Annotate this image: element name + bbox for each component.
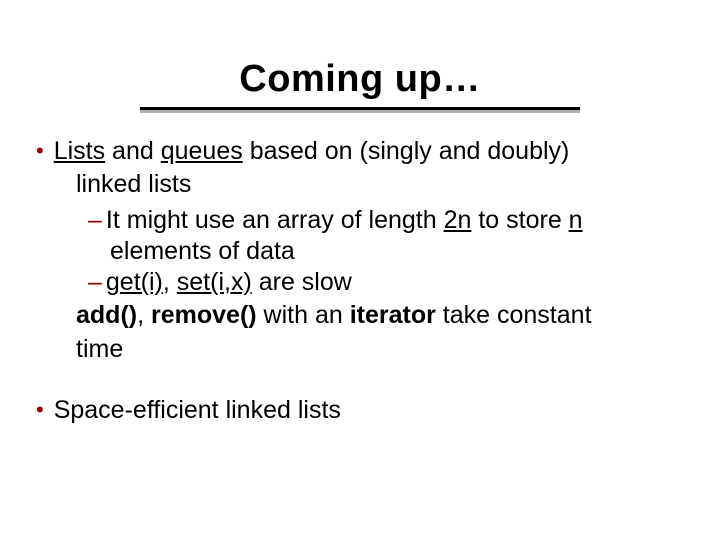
text: , [137, 301, 151, 329]
term-queues: queues [161, 137, 243, 165]
term-iterator: iterator [350, 301, 436, 329]
bullet-2-text: Space-efficient linked lists [54, 395, 341, 426]
sub-bullet-1-text: It might use an array of length 2n to st… [106, 205, 684, 236]
term-lists: Lists [54, 137, 105, 165]
text: It might use an array of length [106, 206, 444, 234]
slide: Coming up… • Lists and queues based on (… [0, 0, 720, 540]
spacer [36, 365, 684, 395]
sub-bullets: – It might use an array of length 2n to … [88, 205, 684, 299]
sub-bullet-2: – get(i), set(i,x) are slow [88, 267, 684, 298]
sub-bullet-1-cont: elements of data [110, 236, 684, 267]
sub-bullet-1: – It might use an array of length 2n to … [88, 205, 684, 236]
text: based on (singly and doubly) [243, 137, 570, 165]
bullet-2: • Space-efficient linked lists [36, 395, 684, 426]
term-add: add() [76, 301, 137, 329]
dash-icon: – [88, 267, 106, 298]
bullet-1: • Lists and queues based on (singly and … [36, 136, 684, 167]
text: take constant [436, 301, 592, 329]
text: , [163, 268, 177, 296]
term-2n: 2n [444, 206, 472, 234]
text: with an [257, 301, 350, 329]
bullet-1-text: Lists and queues based on (singly and do… [54, 136, 684, 167]
dash-icon: – [88, 205, 106, 236]
text: to store [471, 206, 568, 234]
slide-body: • Lists and queues based on (singly and … [0, 110, 720, 426]
title-rule [140, 107, 580, 110]
term-n: n [569, 206, 583, 234]
line-add-remove-cont: time [76, 334, 684, 365]
bullet-dot-icon: • [36, 395, 54, 425]
term-remove: remove() [151, 301, 257, 329]
text: are slow [252, 268, 352, 296]
bullet-dot-icon: • [36, 136, 54, 166]
term-get: get(i) [106, 268, 163, 296]
term-set: set(i,x) [177, 268, 252, 296]
bullet-1-cont: linked lists [76, 169, 684, 200]
text: and [105, 137, 161, 165]
sub-bullet-2-text: get(i), set(i,x) are slow [106, 267, 684, 298]
line-add-remove: add(), remove() with an iterator take co… [76, 300, 684, 331]
slide-title: Coming up… [0, 0, 720, 101]
